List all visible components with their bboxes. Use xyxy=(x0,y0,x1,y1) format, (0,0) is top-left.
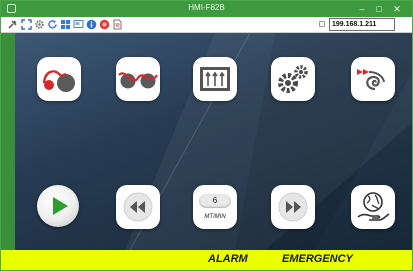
refresh-icon[interactable] xyxy=(47,19,58,30)
toolbar: 199.168.1.211 xyxy=(1,17,412,33)
press-module-icon xyxy=(200,67,230,91)
rewind-spiral-button[interactable] xyxy=(351,57,395,101)
fast-forward-icon xyxy=(278,192,308,222)
emergency-label[interactable]: EMERGENCY xyxy=(282,253,353,265)
speed-value[interactable]: 6 xyxy=(199,194,231,208)
rewind-spiral-icon xyxy=(357,69,385,91)
fast-backward-button[interactable] xyxy=(116,185,160,229)
globe-hand-button[interactable] xyxy=(351,185,395,229)
windows-icon[interactable] xyxy=(60,19,71,30)
document-icon[interactable] xyxy=(112,19,123,30)
speed-display[interactable]: 6 MT/MIN xyxy=(193,185,237,229)
play-button[interactable] xyxy=(37,185,79,227)
press-module-button[interactable] xyxy=(193,57,237,101)
screen-icon[interactable] xyxy=(73,19,84,30)
close-button[interactable]: ✕ xyxy=(389,1,405,17)
unwind-module-icon xyxy=(42,70,75,92)
tools-icon[interactable] xyxy=(7,19,18,30)
ip-address-field[interactable]: 199.168.1.211 xyxy=(329,18,395,31)
rollers-module-button[interactable] xyxy=(116,57,160,101)
unwind-module-button[interactable] xyxy=(37,57,81,101)
minimize-button[interactable]: – xyxy=(354,1,370,17)
connection-indicator-icon xyxy=(319,21,325,27)
gears-settings-icon xyxy=(278,65,308,93)
window-title: HMI-F82B xyxy=(188,3,225,12)
alarm-label[interactable]: ALARM xyxy=(208,253,248,265)
globe-hand-icon xyxy=(357,192,390,221)
gears-settings-button[interactable] xyxy=(271,57,315,101)
fast-backward-icon xyxy=(123,192,153,222)
speed-unit-label: MT/MIN xyxy=(204,214,226,220)
play-icon xyxy=(53,197,68,215)
fast-forward-button[interactable] xyxy=(271,185,315,229)
record-icon[interactable] xyxy=(99,19,110,30)
fullscreen-icon[interactable] xyxy=(21,19,32,30)
settings-icon[interactable] xyxy=(34,19,45,30)
title-bar: HMI-F82B – □ ✕ xyxy=(1,1,412,17)
info-icon[interactable] xyxy=(86,19,97,30)
status-bar: ALARM EMERGENCY xyxy=(1,250,412,270)
maximize-button[interactable]: □ xyxy=(371,1,387,17)
hmi-window: HMI-F82B – □ ✕ 199.168.1.211 6 MT/MIN AL… xyxy=(0,0,413,271)
rollers-module-icon xyxy=(118,72,158,89)
hmi-screen: 6 MT/MIN xyxy=(15,33,412,250)
